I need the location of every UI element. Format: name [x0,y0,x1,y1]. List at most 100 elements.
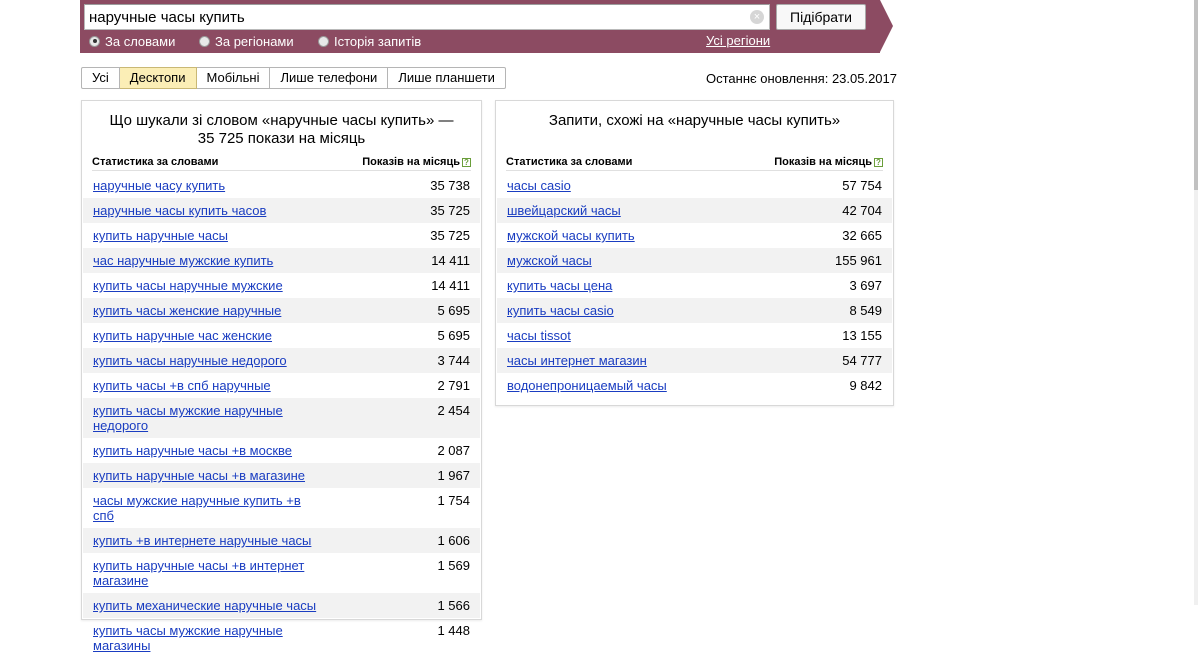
query-count: 35 725 [430,228,470,243]
query-list: наручные часу купить 35 738 наручные часы … [82,173,481,658]
table-row: купить наручные час женские 5 695 [83,323,480,348]
query-count: 2 087 [437,443,470,458]
query-count: 1 967 [437,468,470,483]
query-link[interactable]: часы casio [507,178,571,193]
radio-icon[interactable] [318,35,329,47]
col-count-text: Показів на місяць [774,155,872,168]
mode-by-regions[interactable]: За регіонами [199,33,294,49]
last-update: Останнє оновлення: 23.05.2017 [706,71,898,86]
mode-label: За словами [105,33,176,49]
table-row: купить часы наручные недорого 3 744 [83,348,480,373]
mode-by-words[interactable]: За словами [89,33,175,49]
panel-title: Запити, схожі на «наручные часы купить» [548,112,841,129]
tab-phones-only[interactable]: Лише телефони [270,67,389,89]
query-link[interactable]: водонепроницаемый часы [507,378,667,393]
query-count: 35 738 [430,178,470,193]
query-count: 9 842 [849,378,882,393]
header-arrow [880,0,893,52]
tab-tablets-only[interactable]: Лише планшети [388,67,506,89]
query-link[interactable]: мужской часы купить [507,228,635,243]
table-row: часы casio 57 754 [497,173,892,198]
query-link[interactable]: часы tissot [507,328,571,343]
table-row: купить +в интернете наручные часы 1 606 [83,528,480,553]
table-row: часы мужские наручные купить +в спб 1 754 [83,488,480,528]
device-tabs: Усі Десктопи Мобільні Лише телефони Лише… [81,67,506,89]
query-link[interactable]: купить +в интернете наручные часы [93,533,311,548]
query-link[interactable]: час наручные мужские купить [93,253,273,268]
query-link[interactable]: купить часы цена [507,278,612,293]
query-link[interactable]: купить наручные часы +в москве [93,443,292,458]
query-count: 54 777 [842,353,882,368]
query-link[interactable]: купить часы casio [507,303,614,318]
query-count: 35 725 [430,203,470,218]
query-link[interactable]: купить наручные часы [93,228,228,243]
query-link[interactable]: часы мужские наручные купить +в спб [93,493,323,523]
search-box: × [84,4,770,30]
help-icon[interactable]: ? [462,157,471,167]
tab-all[interactable]: Усі [81,67,120,89]
query-link[interactable]: мужской часы [507,253,592,268]
query-link[interactable]: купить наручные часы +в магазине [93,468,305,483]
panel-title: Що шукали зі словом «наручные часы купит… [109,112,454,147]
query-count: 13 155 [842,328,882,343]
query-count: 1 754 [437,493,470,508]
page-scrollbar[interactable] [1194,0,1198,605]
query-link[interactable]: купить часы наручные недорого [93,353,287,368]
pick-button[interactable]: Підібрати [776,4,866,30]
clear-icon[interactable]: × [750,10,764,24]
table-row: купить механические наручные часы 1 566 [83,593,480,618]
similar-queries-panel: Запити, схожі на «наручные часы купить» … [495,100,894,406]
query-count: 155 961 [835,253,882,268]
table-row: швейцарский часы 42 704 [497,198,892,223]
query-count: 14 411 [431,253,470,268]
query-link[interactable]: купить часы мужские наручные недорого [93,403,323,433]
column-header: Статистика за словами Показів на місяць? [92,153,471,171]
word-stats-panel: Що шукали зі словом «наручные часы купит… [81,100,482,653]
table-row: час наручные мужские купить 14 411 [83,248,480,273]
table-row: купить наручные часы 35 725 [83,223,480,248]
query-link[interactable]: купить часы женские наручные [93,303,281,318]
table-row: мужской часы купить 32 665 [497,223,892,248]
query-count: 1 569 [437,558,470,573]
query-link[interactable]: купить часы +в спб наручные [93,378,271,393]
search-input[interactable] [89,7,739,27]
radio-icon[interactable] [89,35,100,47]
query-count: 8 549 [849,303,882,318]
radio-icon[interactable] [199,35,210,47]
tab-mobile[interactable]: Мобільні [196,67,271,89]
query-link[interactable]: купить наручные час женские [93,328,272,343]
table-row: купить наручные часы +в магазине 1 967 [83,463,480,488]
query-count: 1 566 [437,598,470,613]
query-count: 32 665 [842,228,882,243]
table-row: часы tissot 13 155 [497,323,892,348]
query-link[interactable]: купить механические наручные часы [93,598,316,613]
help-icon[interactable]: ? [874,157,883,167]
tab-desktops[interactable]: Десктопи [119,67,197,89]
table-row: купить часы мужские наручные недорого 2 4… [83,398,480,438]
query-link[interactable]: часы интернет магазин [507,353,647,368]
query-link[interactable]: швейцарский часы [507,203,621,218]
table-row: купить часы мужские наручные магазины 1 4… [83,618,480,658]
query-list: часы casio 57 754 швейцарский часы 42 704 му… [496,173,893,398]
mode-history[interactable]: Історія запитів [318,33,421,49]
table-row: купить часы +в спб наручные 2 791 [83,373,480,398]
all-regions-link[interactable]: Усі регіони [706,33,770,48]
query-count: 3 697 [849,278,882,293]
query-link[interactable]: купить часы наручные мужские [93,278,283,293]
table-row: водонепроницаемый часы 9 842 [497,373,892,398]
table-row: наручные часы купить часов 35 725 [83,198,480,223]
query-link[interactable]: купить наручные часы +в интернет магазин… [93,558,323,588]
query-count: 3 744 [437,353,470,368]
column-header: Статистика за словами Показів на місяць? [506,153,883,171]
query-link[interactable]: наручные часы купить часов [93,203,266,218]
query-link[interactable]: купить часы мужские наручные магазины [93,623,323,653]
col-count-label: Показів на місяць? [362,156,471,168]
query-link[interactable]: наручные часу купить [93,178,225,193]
table-row: купить наручные часы +в москве 2 087 [83,438,480,463]
query-count: 2 454 [437,403,470,418]
table-row: часы интернет магазин 54 777 [497,348,892,373]
scrollbar-thumb[interactable] [1194,0,1198,190]
query-count: 42 704 [842,203,882,218]
col-count-label: Показів на місяць? [774,156,883,168]
query-count: 14 411 [431,278,470,293]
